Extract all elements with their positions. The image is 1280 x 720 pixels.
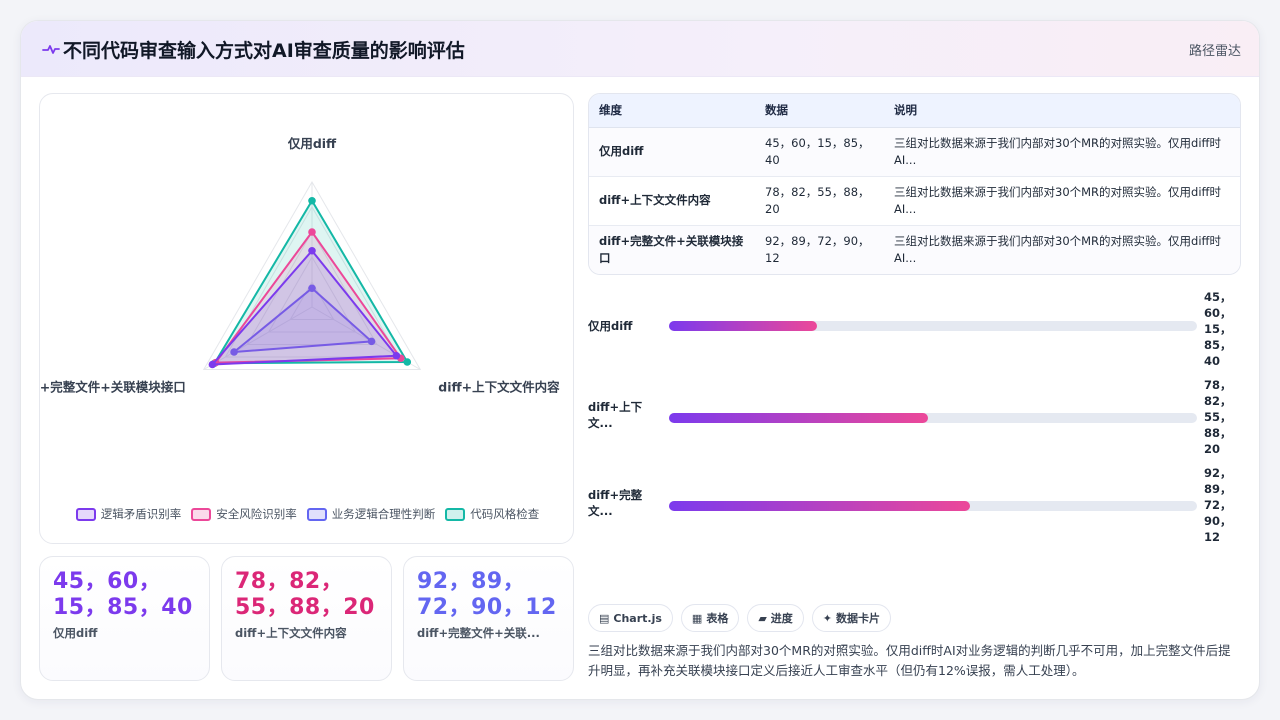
progress-row: 仅用diff 45，60，15，85，40: [588, 289, 1241, 377]
progress-track: [669, 321, 1197, 331]
table-cell-dimension: 仅用diff: [589, 127, 755, 177]
summary-note: 三组对比数据来源于我们内部对30个MR的对照实验。仅用diff时AI对业务逻辑的…: [588, 643, 1231, 678]
legend-item[interactable]: 代码风格检查: [445, 506, 539, 522]
view-chips: ▤ Chart.js ▦ 表格 ▰ 进度 ✦ 数据卡片: [588, 604, 892, 632]
table-header: 数据: [755, 94, 884, 128]
stat-card-diff-context: 78，82，55，88，20 diff+上下文文件内容: [221, 556, 392, 681]
legend-label: 代码风格检查: [470, 507, 540, 521]
radar-chart-card: 仅用diff diff+上下文文件内容 diff+完整文件+关联模块接口 逻辑矛盾识…: [39, 93, 574, 544]
table-icon: ▦: [691, 611, 703, 625]
progress-value: 45，60，15，85，40: [1204, 290, 1232, 368]
progress-bars: 仅用diff 45，60，15，85，40 diff+上下文... 78，82，…: [588, 289, 1241, 549]
table-cell-note: 三组对比数据来源于我们内部对30个MR的对照实验。仅用diff时AI...: [884, 225, 1240, 274]
chip-label: 进度: [770, 612, 793, 625]
stat-value: 78，82，55，88，20: [235, 569, 375, 620]
legend-swatch: [306, 507, 327, 521]
pulse-icon: [42, 45, 60, 54]
chip-data-cards[interactable]: ✦ 数据卡片: [811, 604, 892, 632]
progress-value: 78，82，55，88，20: [1204, 378, 1232, 456]
progress-track: [669, 501, 1197, 511]
chip-label: 数据卡片: [836, 612, 881, 625]
header-right-label[interactable]: 路径雷达: [1189, 40, 1241, 59]
table-cell-data: 78，82，55，88，20: [755, 176, 884, 226]
stat-value: 45，60，15，85，40: [53, 569, 193, 620]
chart-legend: 逻辑矛盾识别率 安全风险识别率 业务逻辑合理性判断 代码风格检查: [40, 506, 575, 522]
radar-axis-label: diff+上下文文件内容: [438, 380, 560, 395]
sparkle-icon: ✦: [822, 611, 833, 625]
radar-point: [308, 246, 316, 255]
radar-axis-label: 仅用diff: [287, 136, 337, 151]
radar-point: [208, 360, 217, 369]
radar-axis-label: diff+完整文件+关联模块接口: [40, 380, 186, 395]
progress-value: 92，89，72，90，12: [1204, 466, 1232, 544]
chip-label: 表格: [706, 612, 729, 625]
progress-fill: [669, 321, 817, 331]
stat-card-diff-only: 45，60，15，85，40 仅用diff: [39, 556, 210, 681]
legend-item[interactable]: 逻辑矛盾识别率: [75, 506, 182, 522]
legend-label: 业务逻辑合理性判断: [331, 507, 436, 521]
table-cell-dimension: diff+上下文文件内容: [589, 176, 755, 226]
progress-label: diff+完整文...: [588, 488, 643, 518]
legend-swatch: [191, 507, 212, 521]
table-cell-dimension: diff+完整文件+关联模块接口: [589, 225, 755, 274]
chart-icon: ▤: [599, 611, 610, 625]
table-header: 维度: [589, 94, 755, 128]
table-cell-note: 三组对比数据来源于我们内部对30个MR的对照实验。仅用diff时AI...: [884, 127, 1240, 177]
progress-icon: ▰: [758, 611, 767, 625]
progress-row: diff+完整文... 92，89，72，90，12: [588, 465, 1241, 553]
radar-point: [392, 351, 401, 360]
table-row: diff+上下文文件内容 78，82，55，88，20 三组对比数据来源于我们内…: [589, 176, 1240, 226]
table-cell-data: 92，89，72，90，12: [755, 225, 884, 274]
progress-label: 仅用diff: [588, 319, 633, 333]
legend-label: 安全风险识别率: [216, 507, 297, 521]
page-title: 不同代码审查输入方式对AI审查质量的影响评估: [63, 40, 465, 62]
stat-label: diff+上下文文件内容: [235, 626, 347, 640]
chip-table[interactable]: ▦ 表格: [680, 604, 740, 632]
stat-card-diff-full: 92，89，72，90，12 diff+完整文件+关联...: [403, 556, 574, 681]
progress-fill: [669, 413, 928, 423]
header: 不同代码审查输入方式对AI审查质量的影响评估 路径雷达: [21, 21, 1259, 77]
legend-label: 逻辑矛盾识别率: [100, 507, 182, 521]
chip-label: Chart.js: [613, 611, 662, 625]
table-header: 说明: [884, 94, 1240, 128]
stat-value: 92，89，72，90，12: [417, 569, 557, 620]
progress-fill: [669, 501, 970, 511]
table-cell-note: 三组对比数据来源于我们内部对30个MR的对照实验。仅用diff时AI...: [884, 176, 1240, 226]
radar-point: [308, 196, 316, 205]
table-cell-data: 45，60，15，85，40: [755, 127, 884, 177]
radar-point: [308, 228, 316, 236]
table-row: 仅用diff 45，60，15，85，40 三组对比数据来源于我们内部对30个M…: [589, 127, 1240, 177]
radar-point: [403, 358, 412, 366]
progress-row: diff+上下文... 78，82，55，88，20: [588, 377, 1241, 465]
radar-chart: 仅用diff diff+上下文文件内容 diff+完整文件+关联模块接口: [40, 136, 560, 395]
legend-item[interactable]: 安全风险识别率: [191, 506, 297, 522]
progress-track: [669, 413, 1197, 423]
legend-item[interactable]: 业务逻辑合理性判断: [306, 506, 436, 522]
chip-chartjs[interactable]: ▤ Chart.js: [588, 604, 673, 632]
stat-label: diff+完整文件+关联...: [417, 626, 540, 640]
chip-progress[interactable]: ▰ 进度: [747, 604, 804, 632]
progress-label: diff+上下文...: [588, 400, 643, 430]
stat-label: 仅用diff: [53, 626, 98, 640]
legend-swatch: [75, 507, 96, 521]
data-table: 维度 数据 说明 仅用diff 45，60，15，85，40 三组对比数据来源于…: [588, 93, 1241, 275]
legend-swatch: [445, 507, 466, 521]
app-window: 不同代码审查输入方式对AI审查质量的影响评估 路径雷达 仅用diff diff+上…: [20, 20, 1260, 700]
table-header-row: 维度 数据 说明: [589, 94, 1240, 128]
table-row: diff+完整文件+关联模块接口 92，89，72，90，12 三组对比数据来源…: [589, 225, 1240, 274]
